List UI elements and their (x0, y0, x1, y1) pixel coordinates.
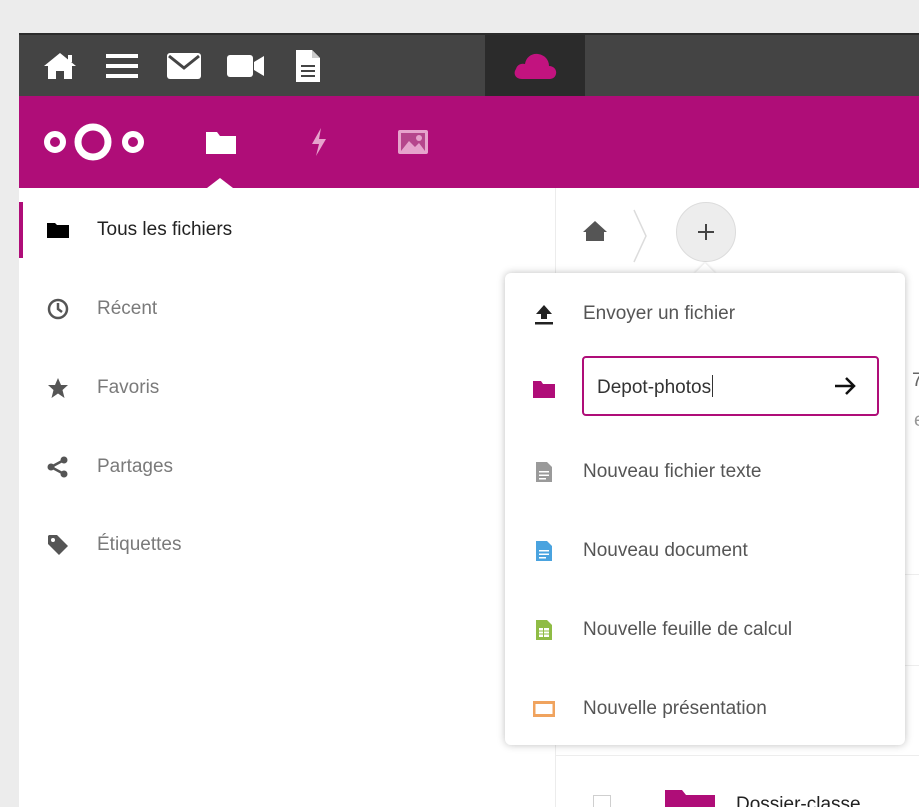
breadcrumb-separator (632, 208, 648, 269)
tag-icon (47, 534, 69, 556)
folder-icon (531, 376, 557, 402)
menu-icon[interactable] (91, 35, 153, 96)
gallery-icon[interactable] (393, 96, 433, 188)
sidebar-item-label: Favoris (97, 377, 160, 398)
folder-icon (47, 219, 69, 241)
sidebar-item-label: Tous les fichiers (97, 219, 233, 240)
app-header (19, 96, 919, 188)
text-file-icon (531, 459, 557, 485)
sidebar-item-label: Partages (97, 456, 174, 477)
share-icon (47, 456, 69, 478)
folder-icon (664, 786, 716, 807)
mail-icon[interactable] (153, 35, 215, 96)
nextcloud-logo[interactable] (41, 96, 151, 188)
menu-item-new-presentation[interactable]: Nouvelle présentation (505, 681, 905, 737)
sidebar-item-label: Étiquettes (97, 534, 182, 555)
row-divider (556, 755, 919, 756)
clock-icon (47, 298, 69, 320)
file-list-partial-text: 7 (912, 370, 919, 391)
top-app-bar (19, 33, 919, 96)
presentation-icon (531, 696, 557, 722)
sidebar-item-shares[interactable]: Partages (19, 439, 555, 495)
submit-arrow-icon[interactable] (833, 374, 857, 403)
menu-item-new-document[interactable]: Nouveau document (505, 523, 905, 579)
document-icon (531, 538, 557, 564)
menu-item-new-spreadsheet[interactable]: Nouvelle feuille de calcul (505, 602, 905, 658)
menu-item-label: Nouveau document (583, 540, 748, 561)
sidebar-item-favorites[interactable]: Favoris (19, 360, 555, 416)
menu-item-label: Nouvelle présentation (583, 698, 767, 719)
file-name[interactable]: Dossier-classe (736, 794, 861, 807)
files-icon[interactable] (201, 96, 241, 188)
new-folder-name-value: Depot-photos (597, 377, 712, 398)
menu-item-label: Envoyer un fichier (583, 303, 736, 324)
file-list-partial-text: e (914, 410, 919, 432)
new-button[interactable] (676, 202, 736, 262)
menu-item-new-text-file[interactable]: Nouveau fichier texte (505, 444, 905, 500)
document-icon[interactable] (277, 35, 339, 96)
plus-icon (698, 224, 714, 240)
sidebar-item-tags[interactable]: Étiquettes (19, 517, 555, 573)
text-caret (712, 375, 714, 397)
row-checkbox[interactable] (593, 795, 611, 807)
sidebar-item-label: Récent (97, 298, 158, 319)
sidebar: Tous les fichiers Récent Favoris Partage… (19, 188, 556, 807)
spreadsheet-icon (531, 617, 557, 643)
home-icon[interactable] (29, 35, 91, 96)
cloud-icon[interactable] (485, 35, 585, 96)
menu-item-label: Nouvelle feuille de calcul (583, 619, 793, 640)
star-icon (47, 377, 69, 399)
breadcrumb-home-icon[interactable] (582, 220, 608, 247)
video-icon[interactable] (215, 35, 277, 96)
active-app-indicator (207, 178, 233, 188)
sidebar-item-recent[interactable]: Récent (19, 281, 555, 337)
menu-item-upload[interactable]: Envoyer un fichier (505, 286, 905, 342)
upload-icon (531, 301, 557, 327)
new-file-menu: Envoyer un fichier Depot-photos Nouveau … (505, 273, 905, 745)
new-folder-name-input[interactable]: Depot-photos (582, 356, 879, 416)
sidebar-item-all-files[interactable]: Tous les fichiers (19, 202, 555, 258)
activity-icon[interactable] (299, 96, 339, 188)
menu-item-label: Nouveau fichier texte (583, 461, 762, 482)
